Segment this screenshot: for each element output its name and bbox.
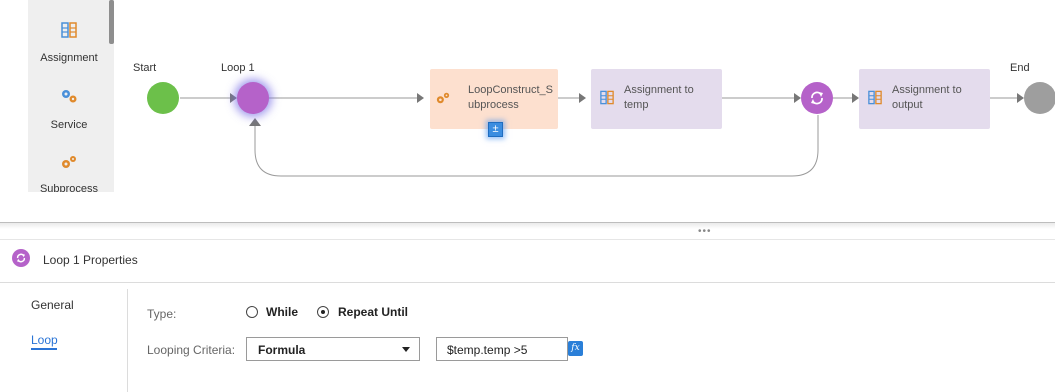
expand-subprocess-icon[interactable]: ±: [488, 122, 503, 137]
step-palette: Assignment Service Subprocess: [28, 0, 114, 192]
radio-repeat-until-label[interactable]: Repeat Until: [338, 305, 408, 319]
subprocess-gears-icon: [436, 92, 450, 104]
palette-item-service[interactable]: Service: [28, 88, 110, 138]
splitter-shadow: [0, 223, 1055, 229]
subprocess-step-line1: LoopConstruct_S: [468, 84, 553, 96]
end-label: End: [1010, 62, 1030, 74]
radio-repeat-until[interactable]: [317, 306, 329, 318]
assignment-to-temp-step[interactable]: Assignment to temp: [591, 69, 722, 129]
nav-loop-active-indicator: [31, 348, 57, 350]
subprocess-step[interactable]: LoopConstruct_S ubprocess: [430, 69, 558, 129]
assignment-to-output-line1: Assignment to: [892, 84, 962, 96]
properties-title: Loop 1 Properties: [43, 253, 138, 267]
nav-divider: [127, 289, 128, 392]
process-canvas: Start Loop 1 LoopConstruct_S ubprocess ±…: [114, 0, 1055, 210]
assignment-to-temp-line1: Assignment to: [624, 84, 694, 96]
assignment-to-output-step[interactable]: Assignment to output: [859, 69, 990, 129]
end-node[interactable]: [1024, 82, 1055, 114]
loop-node[interactable]: [237, 82, 269, 114]
palette-label-service: Service: [50, 119, 88, 131]
start-label: Start: [133, 62, 157, 74]
properties-header: [0, 239, 1055, 283]
type-label: Type:: [147, 307, 177, 321]
palette-item-assignment[interactable]: Assignment: [28, 0, 110, 70]
nav-loop[interactable]: Loop: [31, 333, 58, 347]
palette-label-assignment: Assignment: [40, 52, 98, 64]
loop-label: Loop 1: [221, 62, 255, 74]
assignment-to-temp-line2: temp: [624, 99, 649, 111]
chevron-down-icon: [402, 347, 410, 352]
palette-label-subprocess: Subprocess: [39, 183, 99, 192]
assignment-to-output-line2: output: [892, 99, 923, 111]
criteria-expression-value: $temp.temp >5: [447, 343, 528, 357]
subprocess-gears-icon: [62, 156, 76, 168]
radio-while-label[interactable]: While: [266, 305, 298, 319]
subprocess-step-line2: ubprocess: [468, 99, 519, 111]
start-node[interactable]: [147, 82, 179, 114]
assignment-icon: [600, 90, 614, 105]
splitter-grip-icon[interactable]: •••: [698, 226, 712, 237]
looping-criteria-label: Looping Criteria:: [147, 343, 236, 357]
service-gears-icon: [62, 90, 77, 103]
palette-item-subprocess[interactable]: Subprocess: [28, 152, 110, 192]
radio-while[interactable]: [246, 306, 258, 318]
nav-general[interactable]: General: [31, 298, 74, 312]
assignment-icon: [868, 90, 882, 105]
criteria-type-value: Formula: [258, 343, 306, 357]
assignment-icon: [61, 22, 77, 38]
criteria-expression-field[interactable]: $temp.temp >5: [436, 337, 568, 361]
loop-properties-icon: [12, 249, 30, 267]
repeat-icon: [811, 91, 823, 105]
criteria-type-select[interactable]: Formula: [246, 337, 420, 361]
radio-selected-dot: [321, 310, 325, 314]
loop-end-node[interactable]: [801, 82, 833, 114]
formula-editor-button[interactable]: fx: [568, 341, 583, 356]
